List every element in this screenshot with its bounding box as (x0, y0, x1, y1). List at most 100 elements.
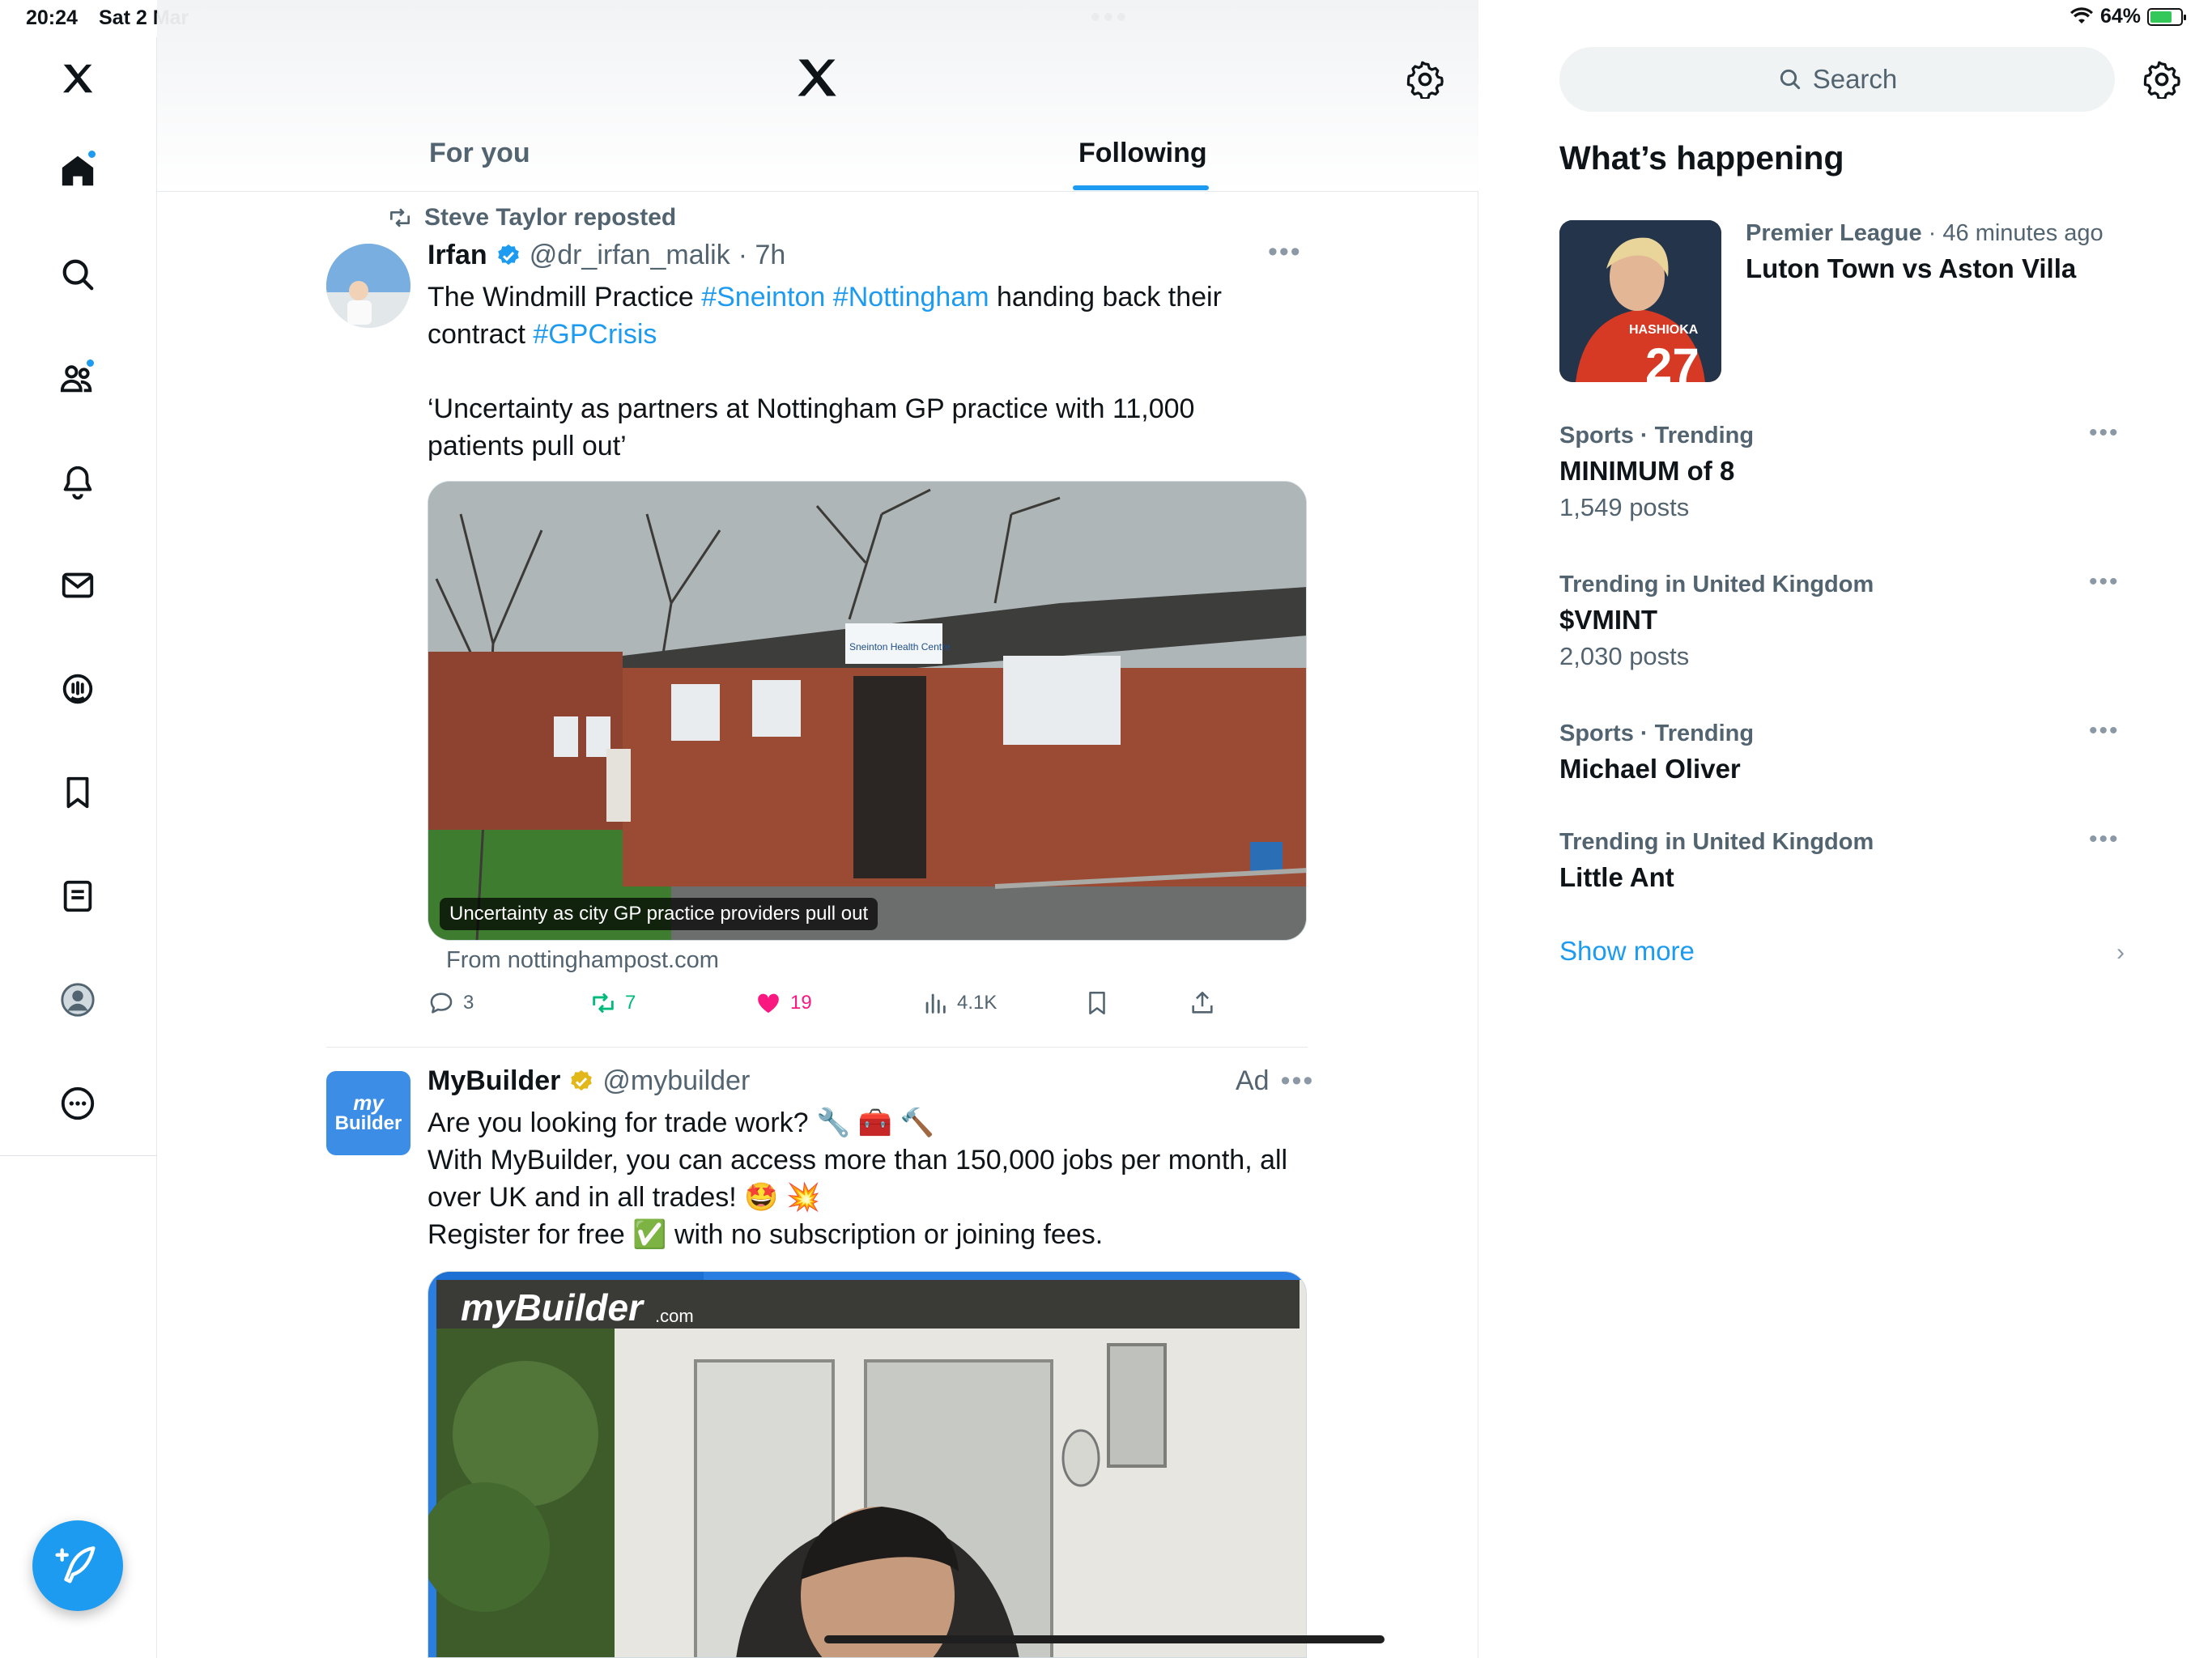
grok-icon[interactable] (53, 664, 103, 714)
x-logo-icon[interactable] (793, 53, 841, 102)
left-sidebar (0, 37, 157, 1658)
tweet-actions: 3 7 19 4.1K (428, 989, 1302, 1027)
featured-trend[interactable]: Premier League · 46 minutes ago Luton To… (1746, 220, 2104, 284)
compose-button[interactable] (32, 1520, 123, 1611)
repost-icon (593, 993, 614, 1014)
ad-video-logo-suffix: .com (655, 1306, 694, 1326)
bookmark-icon (1089, 991, 1105, 1015)
x-logo-icon[interactable] (53, 53, 103, 104)
trend-count: 1,549 posts (1559, 493, 1690, 521)
battery-percent: 64% (2099, 5, 2141, 28)
tweet-body-line: The Windmill Practice #Sneinton #Notting… (428, 282, 1222, 350)
shirt-number: 27 (1645, 338, 1699, 382)
tweet-body-line: With MyBuilder, you can access more than… (428, 1145, 1288, 1213)
trend-item[interactable]: Sports · Trending Michael Oliver (1559, 721, 1754, 784)
verified-business-icon (571, 1069, 593, 1090)
avatar-text: my (353, 1090, 384, 1115)
author-handle[interactable]: @mybuilder (602, 1065, 750, 1097)
profile-icon[interactable] (53, 975, 103, 1025)
messages-icon[interactable] (53, 560, 103, 610)
search-input[interactable]: Search (1559, 47, 2115, 112)
trend-item[interactable]: Trending in United Kingdom Little Ant (1559, 829, 1874, 893)
active-tab-indicator (1073, 185, 1209, 190)
share-button[interactable] (1189, 989, 1216, 1017)
reply-button[interactable]: 3 (428, 989, 474, 1017)
show-more-link[interactable]: Show more (1559, 936, 1695, 967)
trend-count: 2,030 posts (1559, 642, 1690, 670)
trend-title: Michael Oliver (1559, 754, 1741, 784)
ad-label: Ad ••• (1236, 1065, 1314, 1097)
repost-label: Steve Taylor reposted (424, 204, 677, 231)
trend-thumbnail[interactable]: HASHIOKA 27 (1559, 220, 1721, 382)
tab-for-you[interactable]: For you (429, 138, 530, 169)
sign-text: Sneinton Health Centre (849, 641, 951, 653)
ad-text: Ad (1236, 1065, 1270, 1096)
home-icon[interactable] (53, 146, 103, 196)
tweet-text: Are you looking for trade work? 🔧 🧰 🔨 Wi… (428, 1104, 1310, 1253)
tweet-body-line: Register for free ✅ with no subscription… (428, 1219, 1104, 1250)
trend-title: $VMINT (1559, 605, 1658, 635)
like-icon (758, 993, 779, 1014)
shirt-name: HASHIOKA (1629, 323, 1699, 337)
trend-more-icon[interactable]: ••• (2089, 419, 2120, 447)
avatar[interactable]: my Builder (326, 1071, 410, 1155)
hashtag-link[interactable]: #GPCrisis (533, 319, 657, 350)
repost-count: 7 (625, 992, 636, 1014)
share-icon (1192, 991, 1213, 1014)
trend-time: · 46 minutes ago (1921, 220, 2104, 246)
author-name[interactable]: Irfan (428, 240, 487, 271)
hashtag-link[interactable]: #Sneinton (701, 282, 825, 312)
trend-title: MINIMUM of 8 (1559, 456, 1735, 486)
notifications-icon[interactable] (53, 457, 103, 507)
repost-context[interactable]: Steve Taylor reposted (387, 204, 676, 232)
hashtag-link[interactable]: #Nottingham (833, 282, 989, 312)
communities-icon[interactable] (53, 353, 103, 403)
view-count: 4.1K (957, 992, 998, 1014)
status-time: 20:24 (26, 6, 78, 29)
trend-title: Little Ant (1559, 862, 1674, 892)
views-button[interactable]: 4.1K (921, 989, 997, 1017)
reply-count: 3 (463, 992, 474, 1014)
bookmarks-icon[interactable] (53, 767, 103, 818)
search-placeholder: Search (1812, 64, 1898, 94)
trend-more-icon[interactable]: ••• (2089, 826, 2120, 853)
chevron-right-icon[interactable]: › (2116, 939, 2125, 967)
more-icon[interactable] (53, 1078, 103, 1129)
like-count: 19 (790, 992, 812, 1014)
trend-category: Premier League (1746, 220, 1922, 246)
tweet-more-icon[interactable]: ••• (1281, 1065, 1315, 1097)
repost-icon (390, 208, 410, 227)
author-handle[interactable]: @dr_irfan_malik (530, 240, 730, 271)
avatar-text: Builder (334, 1112, 402, 1134)
avatar[interactable] (326, 244, 410, 328)
settings-icon[interactable] (2142, 60, 2181, 99)
repost-button[interactable]: 7 (589, 989, 636, 1017)
link-card-image[interactable]: Sneinton Health Centre Uncertainty as ci… (428, 481, 1307, 941)
search-icon[interactable] (53, 249, 103, 300)
home-indicator (824, 1635, 1385, 1643)
trend-item[interactable]: Sports · Trending MINIMUM of 8 1,549 pos… (1559, 423, 1754, 522)
ad-video[interactable]: myBuilder .com (428, 1271, 1307, 1658)
trend-meta: Trending in United Kingdom (1559, 572, 1874, 597)
link-source[interactable]: From nottinghampost.com (446, 947, 719, 974)
author-name[interactable]: MyBuilder (428, 1065, 560, 1097)
tweet-text: The Windmill Practice #Sneinton #Notting… (428, 278, 1286, 465)
trend-more-icon[interactable]: ••• (2089, 568, 2120, 596)
reply-icon (430, 993, 453, 1014)
compose-icon (55, 1546, 96, 1584)
ad-video-logo: myBuilder (461, 1286, 644, 1329)
tweet-more-icon[interactable]: ••• (1268, 236, 1302, 268)
whats-happening-title: What’s happening (1559, 139, 1844, 176)
settings-icon[interactable] (1406, 60, 1444, 99)
bookmark-button[interactable] (1083, 989, 1111, 1017)
trend-item[interactable]: Trending in United Kingdom $VMINT 2,030 … (1559, 572, 1874, 671)
lists-icon[interactable] (53, 871, 103, 921)
tweet-header: Irfan @dr_irfan_malik · 7h (428, 240, 785, 271)
like-button[interactable]: 19 (755, 989, 812, 1017)
trend-meta: Trending in United Kingdom (1559, 829, 1874, 855)
verified-icon (497, 244, 519, 265)
sidebar-divider (0, 1155, 157, 1156)
tab-following[interactable]: Following (1078, 138, 1207, 169)
trend-more-icon[interactable]: ••• (2089, 717, 2120, 745)
link-card-caption: Uncertainty as city GP practice provider… (440, 898, 878, 930)
